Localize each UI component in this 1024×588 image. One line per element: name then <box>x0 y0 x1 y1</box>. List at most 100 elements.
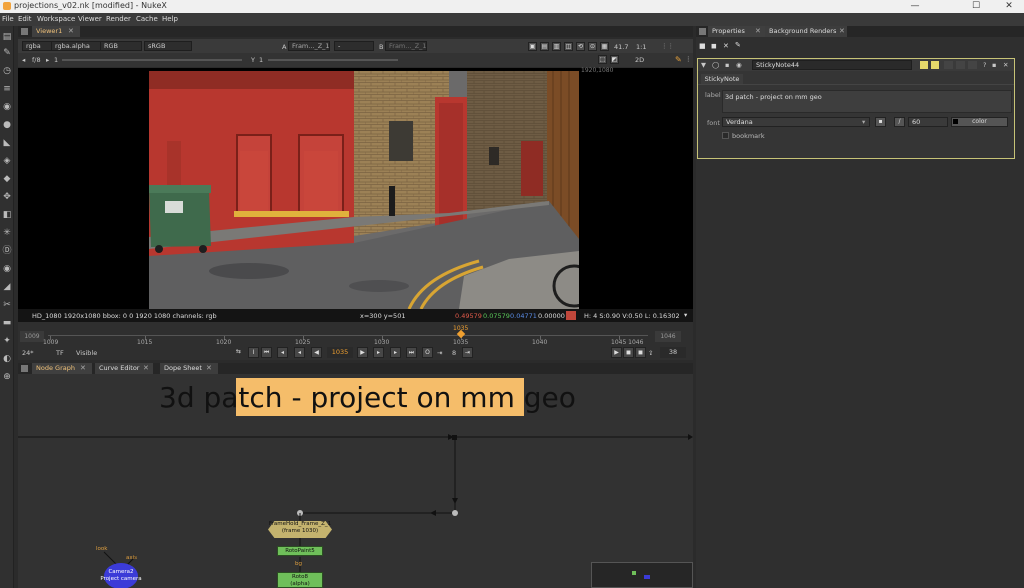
menu-cache[interactable]: Cache <box>136 15 158 23</box>
node-graph-canvas[interactable]: 3d patch - project on mm geo FrameHold_F… <box>18 374 693 588</box>
timeline-start-field[interactable]: 1009 <box>20 331 44 342</box>
tab-stickynote[interactable]: StickyNote <box>701 74 743 84</box>
pause-icon[interactable]: ⟲ <box>576 42 585 51</box>
layers-tool-icon[interactable]: ◆ <box>2 174 12 184</box>
minimap[interactable] <box>591 562 693 588</box>
close-tab-icon[interactable]: ✕ <box>839 26 845 37</box>
compare-dropdown[interactable]: - <box>334 41 374 51</box>
redo-icon[interactable] <box>956 61 965 69</box>
image-tool-icon[interactable]: ▤ <box>2 32 12 42</box>
first-frame-button[interactable]: ⏮ <box>261 347 272 358</box>
float-icon[interactable]: ▪ <box>992 61 996 69</box>
tf-dropdown[interactable]: TF <box>56 349 64 357</box>
close-tab-icon[interactable]: ✕ <box>755 26 761 37</box>
lock-icon[interactable]: ◼ <box>711 43 718 50</box>
italic-button[interactable]: / <box>894 117 905 127</box>
out-point-button[interactable]: O <box>422 347 433 358</box>
play-backward-button[interactable]: ◀ <box>311 347 322 358</box>
3d-tool-icon[interactable]: ◧ <box>2 210 12 220</box>
help-icon[interactable]: ? <box>983 61 986 69</box>
fstop-icon[interactable]: ◂ <box>22 56 25 64</box>
plugins-tool-icon[interactable]: ⊕ <box>2 372 12 382</box>
other-tool-icon[interactable]: ▬ <box>2 318 12 328</box>
current-frame-field[interactable]: 1035 <box>327 347 353 358</box>
color-button[interactable]: color <box>951 117 1008 127</box>
in-point-button[interactable]: I <box>248 347 259 358</box>
timeline[interactable]: 1009 1046 1009 1015 1020 1025 1030 1035 … <box>18 322 693 360</box>
menu-render[interactable]: Render <box>106 15 131 23</box>
max-panels-icon[interactable]: ■ <box>699 43 706 50</box>
merge-tool-icon[interactable]: ◈ <box>2 156 12 166</box>
menu-file[interactable]: File <box>2 15 14 23</box>
channel-tool-icon[interactable]: ≡ <box>2 84 12 94</box>
draw-tool-icon[interactable]: ✎ <box>2 48 12 58</box>
input-icon[interactable]: ▪ <box>725 61 729 69</box>
bold-button[interactable]: ▪ <box>875 117 886 127</box>
pane-menu-icon[interactable] <box>21 365 28 372</box>
pane-menu-icon[interactable] <box>699 28 706 35</box>
fstop-next-icon[interactable]: ▸ <box>46 56 49 64</box>
options-icon[interactable]: ⋮ <box>685 55 692 63</box>
skip-forward-button[interactable]: ⇥ <box>462 347 473 358</box>
close-tab-icon[interactable]: ✕ <box>68 26 74 37</box>
end-frame-field[interactable]: 38 <box>660 347 686 358</box>
prev-frame-button[interactable]: ◂ <box>294 347 305 358</box>
menu-workspace[interactable]: Workspace <box>37 15 75 23</box>
clear-icon[interactable]: ✕ <box>723 43 730 50</box>
node-name-field[interactable]: StickyNote44 <box>752 60 912 70</box>
input-b-dropdown[interactable]: Fram..._Z_1 <box>385 41 427 51</box>
info-collapse-icon[interactable]: ▾ <box>684 311 687 319</box>
close-tab-icon[interactable]: ✕ <box>80 363 86 374</box>
center-node-icon[interactable]: ◯ <box>712 61 719 69</box>
menu-help[interactable]: Help <box>162 15 178 23</box>
menu-edit[interactable]: Edit <box>18 15 32 23</box>
keyer-tool-icon[interactable]: ◣ <box>2 138 12 148</box>
more-icon[interactable]: ⋮⋮ <box>661 42 674 50</box>
skip-icon[interactable]: ⇥ <box>437 349 442 357</box>
play-forward-button[interactable]: ▶ <box>357 347 368 358</box>
next-frame-button[interactable]: ▸ <box>373 347 384 358</box>
colorspace-dropdown[interactable]: sRGB <box>144 41 192 51</box>
stop-button[interactable]: ◼ <box>635 347 646 358</box>
node-color-swatch[interactable] <box>920 61 928 69</box>
lut-icon[interactable]: ◫ <box>564 42 573 51</box>
label-textarea[interactable]: 3d patch - project on mm geo <box>722 90 1012 113</box>
gl-color-swatch[interactable] <box>931 61 939 69</box>
revert-icon[interactable] <box>968 61 977 69</box>
gamma-slider[interactable] <box>268 59 398 61</box>
pencil-icon[interactable]: ✎ <box>735 42 742 49</box>
bookmark-checkbox[interactable] <box>722 132 729 139</box>
overlay-icon[interactable]: ▤ <box>540 42 549 51</box>
visible-dropdown[interactable]: Visible <box>76 349 97 357</box>
zoom-value[interactable]: 41.7 <box>614 43 628 51</box>
timeline-track[interactable] <box>48 335 648 336</box>
metadata-tool-icon[interactable]: ◢ <box>2 282 12 292</box>
frame-step-field[interactable]: 8 <box>452 349 456 357</box>
downrez-icon[interactable]: ▦ <box>600 42 609 51</box>
input-a-dropdown[interactable]: Fram..._Z_1 <box>288 41 330 51</box>
particles-tool-icon[interactable]: ✳ <box>2 228 12 238</box>
close-window-button[interactable]: ✕ <box>994 0 1024 13</box>
view-mode-dropdown[interactable]: 2D <box>635 56 644 64</box>
clip-icon[interactable]: ▥ <box>552 42 561 51</box>
toolsets-tool-icon[interactable]: ✂ <box>2 300 12 310</box>
scale-value[interactable]: 1:1 <box>636 43 646 51</box>
fps-dropdown[interactable]: 24* <box>22 349 34 357</box>
collapse-icon[interactable]: ▼ <box>701 61 706 69</box>
glasses-icon[interactable]: ◉ <box>736 61 742 69</box>
display-dropdown[interactable]: RGB <box>100 41 142 51</box>
close-node-icon[interactable]: ✕ <box>1003 61 1008 69</box>
transform-tool-icon[interactable]: ✥ <box>2 192 12 202</box>
gamma-value[interactable]: 1 <box>259 56 263 64</box>
timeline-end-field[interactable]: 1046 <box>655 331 681 342</box>
tab-background-renders[interactable]: Background Renders <box>765 26 847 37</box>
maximize-button[interactable]: ☐ <box>961 0 991 13</box>
rotopaint-node[interactable]: RotoPaint5 <box>277 546 323 556</box>
gain-slider[interactable] <box>62 59 242 61</box>
menu-viewer[interactable]: Viewer <box>78 15 102 23</box>
mode-icon[interactable]: ⬚ <box>598 55 607 64</box>
views-tool-icon[interactable]: ◉ <box>2 264 12 274</box>
pane-menu-icon[interactable] <box>21 28 28 35</box>
bounce-icon[interactable]: ⇆ <box>233 347 244 358</box>
close-tab-icon[interactable]: ✕ <box>206 363 212 374</box>
